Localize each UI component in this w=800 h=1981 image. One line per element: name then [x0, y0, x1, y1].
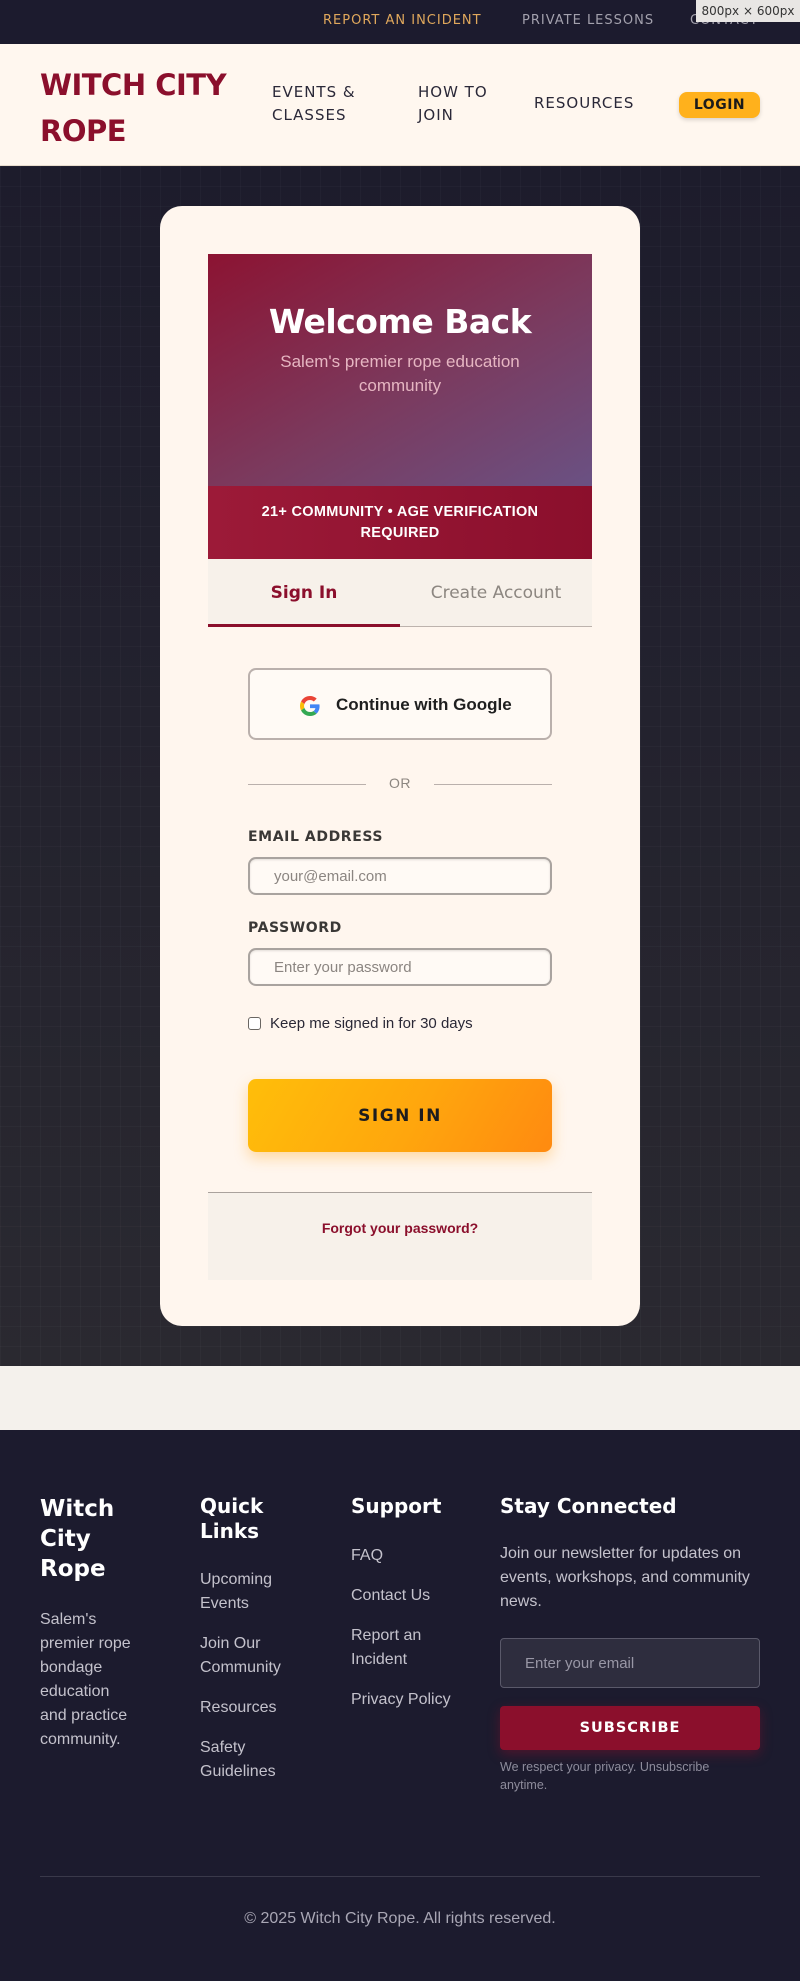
age-verification-banner: 21+ COMMUNITY • AGE VERIFICATION REQUIRE… — [208, 486, 592, 559]
subscribe-button[interactable]: SUBSCRIBE — [500, 1706, 760, 1750]
forgot-password-panel: Forgot your password? — [208, 1192, 592, 1280]
support-heading: Support — [351, 1494, 442, 1518]
sign-in-button[interactable]: SIGN IN — [248, 1079, 552, 1152]
remember-me-row[interactable]: Keep me signed in for 30 days — [248, 1013, 473, 1033]
main-header: WITCH CITY ROPE EVENTS & CLASSES HOW TO … — [0, 44, 800, 166]
welcome-header: Welcome Back Salem's premier rope educat… — [208, 254, 592, 486]
login-button[interactable]: LOGIN — [679, 92, 760, 118]
newsletter-email-field[interactable] — [500, 1638, 760, 1688]
footer-divider — [40, 1876, 760, 1877]
divider-right — [434, 784, 552, 785]
private-lessons-link[interactable]: PRIVATE LESSONS — [522, 13, 654, 28]
or-divider-text: OR — [389, 775, 411, 791]
email-field[interactable] — [248, 857, 552, 895]
copyright-text: © 2025 Witch City Rope. All rights reser… — [244, 1910, 556, 1927]
site-footer: Witch City Rope Salem's premier rope bon… — [0, 1430, 800, 1981]
welcome-subtitle: Salem's premier rope education community — [280, 352, 520, 395]
tab-create-account[interactable]: Create Account — [400, 559, 592, 627]
stay-connected-heading: Stay Connected — [500, 1494, 677, 1518]
site-logo[interactable]: WITCH CITY ROPE — [40, 62, 240, 154]
nav-resources[interactable]: RESOURCES — [534, 92, 664, 115]
footer-link-resources[interactable]: Resources — [200, 1696, 310, 1720]
google-icon — [300, 696, 320, 716]
footer-link-join-community[interactable]: Join Our Community — [200, 1632, 310, 1680]
report-incident-link[interactable]: REPORT AN INCIDENT — [323, 13, 482, 28]
nav-events-classes[interactable]: EVENTS & CLASSES — [272, 81, 382, 127]
page-spacer-band — [0, 1366, 800, 1430]
footer-link-privacy-policy[interactable]: Privacy Policy — [351, 1688, 451, 1712]
auth-tabs: Sign In Create Account — [208, 559, 592, 627]
password-field[interactable] — [248, 948, 552, 986]
divider-left — [248, 784, 366, 785]
newsletter-description: Join our newsletter for updates on event… — [500, 1545, 750, 1610]
footer-link-faq[interactable]: FAQ — [351, 1544, 451, 1568]
welcome-title: Welcome Back — [268, 302, 532, 341]
privacy-note: We respect your privacy. Unsubscribe any… — [500, 1760, 710, 1792]
remember-me-checkbox[interactable] — [248, 1016, 261, 1030]
password-label: PASSWORD — [248, 920, 342, 936]
footer-link-report-incident[interactable]: Report an Incident — [351, 1624, 451, 1672]
utility-bar: REPORT AN INCIDENT PRIVATE LESSONS CONTA… — [0, 0, 800, 44]
footer-link-safety-guidelines[interactable]: Safety Guidelines — [200, 1736, 310, 1784]
forgot-password-link[interactable]: Forgot your password? — [208, 1220, 592, 1236]
footer-link-upcoming-events[interactable]: Upcoming Events — [200, 1568, 310, 1616]
nav-how-to-join[interactable]: HOW TO JOIN — [418, 81, 508, 127]
google-signin-label: Continue with Google — [336, 695, 512, 714]
tab-sign-in[interactable]: Sign In — [208, 559, 400, 627]
footer-brand: Witch City Rope — [40, 1496, 115, 1582]
footer-link-contact-us[interactable]: Contact Us — [351, 1584, 451, 1608]
quick-links-heading: Quick Links — [200, 1494, 264, 1543]
age-verification-text: 21+ COMMUNITY • AGE VERIFICATION REQUIRE… — [261, 504, 539, 541]
google-signin-button[interactable]: Continue with Google — [248, 668, 552, 740]
remember-me-label[interactable]: Keep me signed in for 30 days — [270, 1015, 473, 1032]
viewport-size-badge: 800px × 600px — [696, 0, 800, 22]
footer-about-text: Salem's premier rope bondage education a… — [40, 1611, 131, 1748]
email-label: EMAIL ADDRESS — [248, 829, 384, 845]
